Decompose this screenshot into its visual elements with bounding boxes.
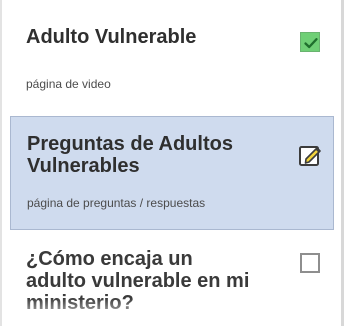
- lesson-subtitle: página de preguntas / respuestas: [27, 196, 206, 210]
- lesson-list-panel: Adulto Vulnerable página de video Pregun…: [0, 0, 344, 326]
- lesson-subtitle: página de video: [26, 77, 111, 91]
- lesson-title: ¿Cómo encaja un adulto vulnerable en mi …: [26, 248, 250, 314]
- empty-checkbox-icon: [300, 253, 320, 273]
- lesson-item-preguntas[interactable]: Preguntas de Adultos Vulnerables página …: [10, 116, 334, 230]
- edit-icon: [297, 142, 323, 168]
- lesson-title: Preguntas de Adultos Vulnerables: [27, 133, 233, 177]
- lesson-item-adulto-vulnerable[interactable]: Adulto Vulnerable página de video: [10, 4, 334, 104]
- lesson-item-ministerio[interactable]: ¿Cómo encaja un adulto vulnerable en mi …: [10, 236, 334, 326]
- left-divider: [0, 0, 2, 326]
- lesson-title: Adulto Vulnerable: [26, 26, 197, 48]
- check-icon: [300, 32, 320, 52]
